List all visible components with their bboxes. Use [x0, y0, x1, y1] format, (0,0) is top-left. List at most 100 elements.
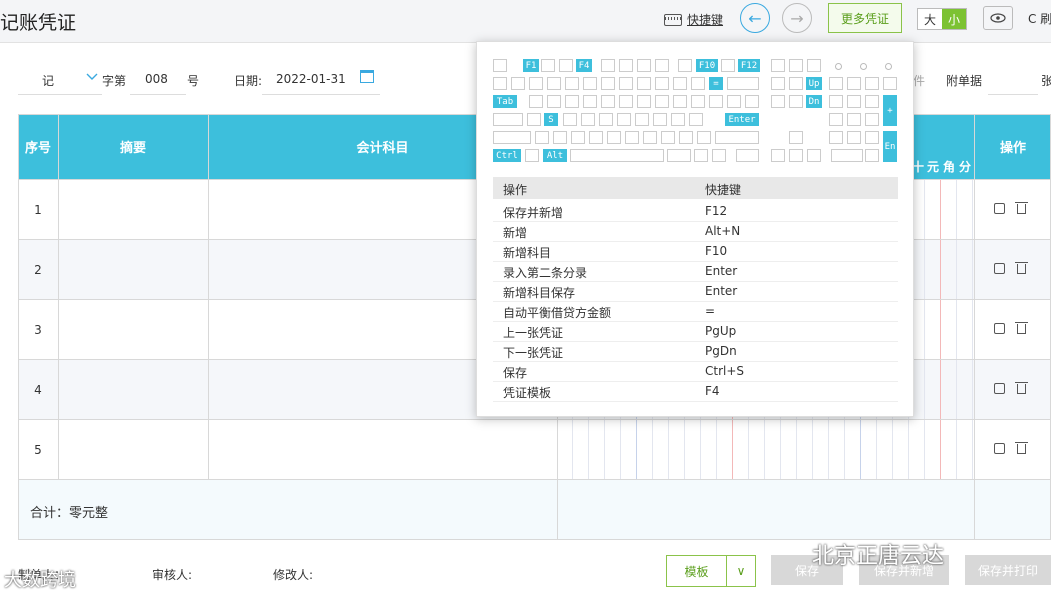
key: [589, 131, 603, 144]
shortcut-action: 新增: [503, 226, 528, 240]
key: [601, 77, 615, 90]
key: [745, 95, 759, 108]
key: [697, 131, 711, 144]
shortcut-key: Enter: [705, 264, 738, 278]
attachment-label[interactable]: 件: [913, 72, 925, 89]
copy-add-icon[interactable]: [994, 383, 1005, 394]
previous-voucher-button[interactable]: ←: [740, 3, 770, 33]
trash-icon[interactable]: [1015, 262, 1028, 274]
key: [715, 131, 759, 144]
key: [493, 113, 523, 126]
key: [689, 113, 703, 126]
key-plus: +: [883, 95, 897, 126]
shortcut-keys-link[interactable]: 快捷键: [664, 11, 723, 28]
shortcut-key: F10: [705, 244, 728, 258]
shortcut-row: 自动平衡借贷方金额 =: [493, 301, 898, 322]
arrow-left-icon: ←: [748, 8, 762, 28]
shortcut-action: 自动平衡借贷方金额: [503, 306, 612, 320]
shortcut-key: F12: [705, 204, 728, 218]
key: [637, 77, 651, 90]
copy-add-icon[interactable]: [994, 203, 1005, 214]
key: [771, 95, 785, 108]
calendar-icon[interactable]: [360, 70, 374, 83]
key: [535, 131, 549, 144]
auditor-label: 审核人:: [152, 568, 193, 582]
key: [619, 95, 633, 108]
size-toggle: 大 小: [917, 8, 967, 30]
key: [581, 113, 595, 126]
key: [847, 131, 861, 144]
key: [511, 77, 525, 90]
template-label[interactable]: 模板: [667, 556, 727, 586]
shortcut-row: 保存并新增 F12: [493, 201, 898, 222]
key-f12: F12: [738, 59, 760, 72]
shortcut-action: 新增科目: [503, 246, 552, 260]
next-voucher-button[interactable]: →: [782, 3, 812, 33]
shortcut-row: 下一张凭证 PgDn: [493, 341, 898, 362]
voucher-number-value: 008: [145, 72, 168, 86]
key: [493, 77, 507, 90]
chevron-down-icon: [86, 70, 98, 84]
key: [673, 77, 687, 90]
key: [637, 59, 651, 72]
key-f10: F10: [696, 59, 718, 72]
trash-icon[interactable]: [1015, 442, 1028, 454]
shortcut-table-header: 操作 快捷键: [493, 177, 898, 199]
key: [807, 149, 821, 162]
key: [691, 95, 705, 108]
key: [712, 149, 726, 162]
key: [865, 131, 879, 144]
key: [635, 113, 649, 126]
key: [655, 77, 669, 90]
key: [789, 77, 803, 90]
key: [847, 95, 861, 108]
key: [617, 113, 631, 126]
key: [789, 95, 803, 108]
key: [847, 77, 861, 90]
size-small-button[interactable]: 小: [942, 9, 966, 29]
watermark-left: 大数跨境: [4, 570, 76, 591]
key: [625, 131, 639, 144]
copy-add-icon[interactable]: [994, 323, 1005, 334]
template-dropdown-icon[interactable]: ∨: [727, 556, 755, 586]
key: [736, 149, 759, 162]
shortcut-key: Enter: [705, 284, 738, 298]
key: [599, 113, 613, 126]
page-title: 记账凭证: [0, 12, 77, 34]
key: [673, 95, 687, 108]
more-vouchers-button[interactable]: 更多凭证: [828, 3, 902, 33]
key: [619, 77, 633, 90]
key: [493, 59, 507, 72]
row-actions: [994, 442, 1028, 454]
shortcut-row: 录入第二条分录 Enter: [493, 261, 898, 282]
trash-icon[interactable]: [1015, 382, 1028, 394]
key: [789, 59, 803, 72]
key-ctrl: Ctrl: [493, 149, 521, 162]
key: [678, 59, 692, 72]
row-number: 2: [34, 263, 42, 277]
key: [694, 149, 708, 162]
key: [637, 95, 651, 108]
template-button[interactable]: 模板 ∨: [666, 555, 756, 587]
attached-docs-input[interactable]: [988, 66, 1038, 95]
preview-button[interactable]: [983, 6, 1013, 30]
row-actions: [994, 382, 1028, 394]
row-actions: [994, 322, 1028, 334]
key: [829, 113, 843, 126]
refresh-button[interactable]: C 刷: [1028, 10, 1051, 27]
size-large-button[interactable]: 大: [918, 9, 942, 29]
key: [789, 131, 803, 144]
trash-icon[interactable]: [1015, 202, 1028, 214]
voucher-word-label: 字第: [102, 74, 127, 88]
save-and-print-button[interactable]: 保存并打印: [965, 555, 1051, 585]
copy-add-icon[interactable]: [994, 443, 1005, 454]
key: [671, 113, 685, 126]
key: [601, 95, 615, 108]
shortcut-key: PgUp: [705, 324, 737, 338]
key: [583, 77, 597, 90]
key: [771, 77, 785, 90]
copy-add-icon[interactable]: [994, 263, 1005, 274]
key: [529, 77, 543, 90]
key: [565, 77, 579, 90]
trash-icon[interactable]: [1015, 322, 1028, 334]
